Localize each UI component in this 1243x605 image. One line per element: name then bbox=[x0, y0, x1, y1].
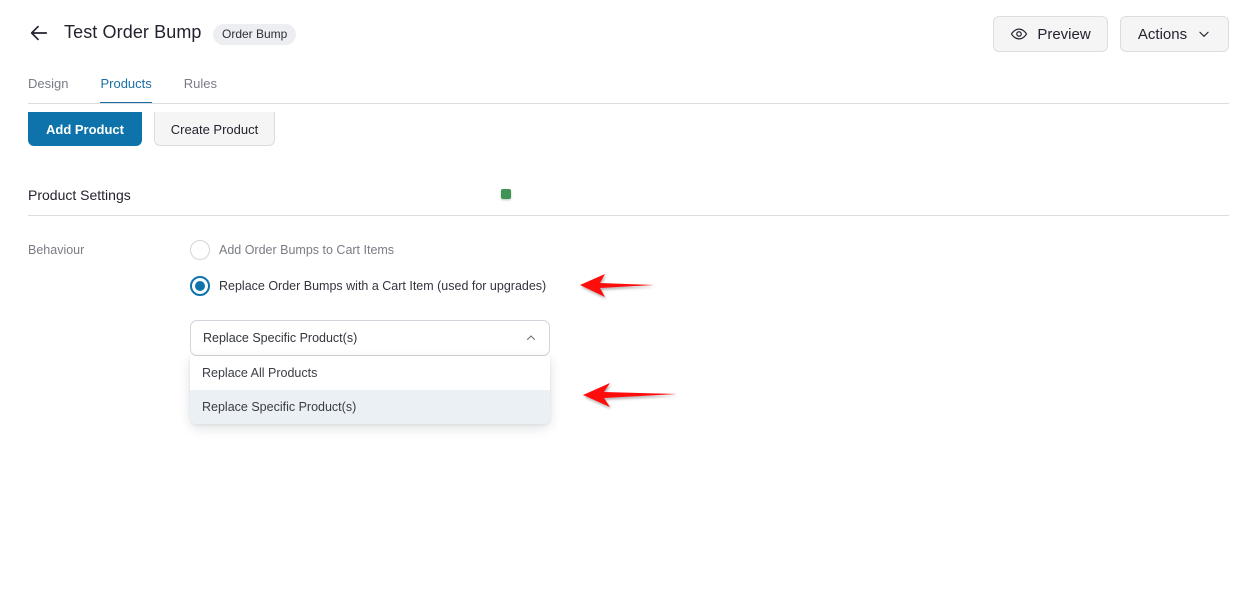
preview-button[interactable]: Preview bbox=[993, 16, 1108, 52]
radio-add-to-cart-items[interactable]: Add Order Bumps to Cart Items bbox=[190, 240, 394, 260]
actions-label: Actions bbox=[1137, 25, 1188, 43]
replace-dropdown-menu: Replace All Products Replace Specific Pr… bbox=[190, 356, 550, 424]
preview-label: Preview bbox=[1037, 25, 1091, 43]
status-dot bbox=[501, 189, 511, 199]
option-replace-all-products[interactable]: Replace All Products bbox=[190, 356, 550, 390]
tab-rules[interactable]: Rules bbox=[184, 76, 217, 104]
tab-design[interactable]: Design bbox=[28, 76, 68, 104]
add-product-button[interactable]: Add Product bbox=[28, 112, 142, 146]
radio-button[interactable] bbox=[190, 240, 210, 260]
annotation-arrow-icon bbox=[583, 383, 677, 407]
chevron-up-icon bbox=[527, 335, 535, 340]
arrow-left-icon bbox=[30, 25, 48, 41]
radio-label: Add Order Bumps to Cart Items bbox=[219, 243, 395, 257]
actions-button[interactable]: Actions bbox=[1120, 16, 1229, 52]
tabs-divider bbox=[28, 103, 1229, 104]
radio-button-checked[interactable] bbox=[190, 276, 210, 296]
annotation-arrow-icon bbox=[580, 274, 654, 297]
section-title: Product Settings bbox=[28, 187, 131, 203]
back-button[interactable] bbox=[28, 22, 52, 46]
tab-bar: Design Products Rules bbox=[28, 76, 217, 104]
type-badge: Order Bump bbox=[213, 24, 297, 45]
page-title: Test Order Bump bbox=[64, 22, 202, 42]
behaviour-label: Behaviour bbox=[28, 243, 85, 257]
radio-label: Replace Order Bumps with a Cart Item (us… bbox=[219, 279, 547, 293]
section-divider bbox=[28, 215, 1229, 216]
radio-replace-with-cart-item[interactable]: Replace Order Bumps with a Cart Item (us… bbox=[190, 276, 546, 296]
create-product-button[interactable]: Create Product bbox=[154, 112, 275, 146]
select-value: Replace Specific Product(s) bbox=[203, 331, 358, 345]
replace-select[interactable]: Replace Specific Product(s) bbox=[190, 320, 550, 356]
tab-products[interactable]: Products bbox=[100, 76, 153, 104]
order-bump-editor: Test Order Bump Order Bump Preview Actio… bbox=[0, 0, 1243, 605]
option-replace-specific-products[interactable]: Replace Specific Product(s) bbox=[190, 390, 550, 424]
chevron-down-icon bbox=[1199, 31, 1209, 38]
eye-icon bbox=[1011, 28, 1028, 40]
